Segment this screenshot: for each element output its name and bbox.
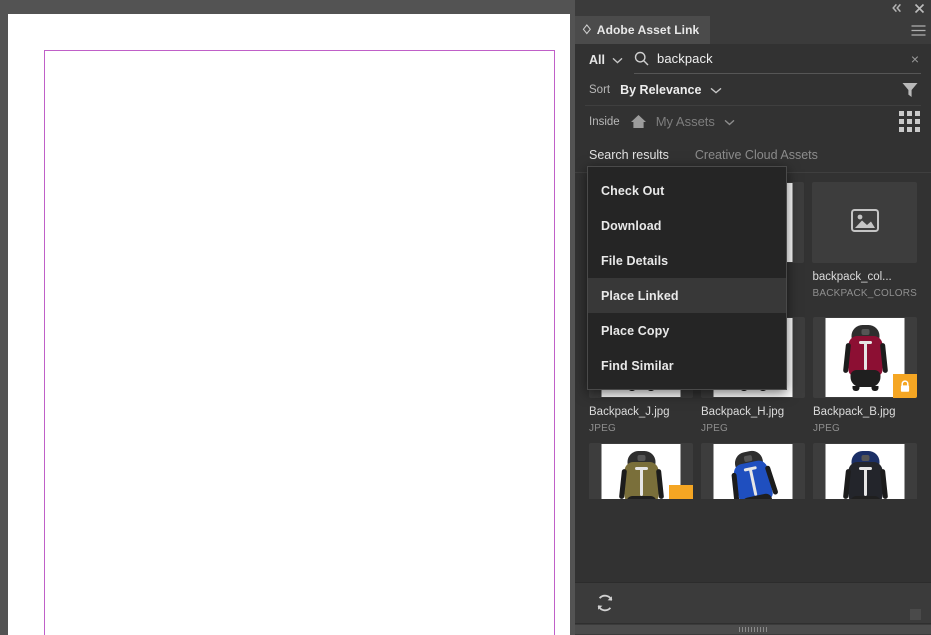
refresh-icon[interactable] (595, 593, 615, 613)
panel-status-bar (575, 582, 931, 623)
menu-item-file-details[interactable]: File Details (588, 243, 786, 278)
asset-thumbnail[interactable] (701, 443, 805, 499)
collapse-panel-icon[interactable] (891, 2, 903, 14)
resize-grip-icon[interactable] (910, 609, 921, 620)
menu-item-find-similar[interactable]: Find Similar (588, 348, 786, 383)
document-page[interactable] (8, 14, 570, 635)
location-dropdown[interactable]: My Assets (656, 113, 735, 131)
backpack-illustration (842, 325, 888, 391)
asset-grid-row-3-partial (575, 443, 931, 499)
horizontal-scrollbar[interactable] (575, 623, 931, 635)
search-field[interactable]: backpack × (633, 46, 921, 74)
backpack-illustration (724, 447, 783, 499)
location-label: Inside (589, 115, 620, 128)
sort-row: Sort By Relevance (575, 75, 931, 105)
document-canvas-area (0, 0, 575, 635)
tab-search-results[interactable]: Search results (589, 148, 669, 162)
sort-value: By Relevance (620, 83, 702, 97)
menu-item-place-linked[interactable]: Place Linked (588, 278, 786, 313)
asset-thumbnail[interactable] (813, 443, 917, 499)
canvas-top-bar (0, 0, 575, 14)
asset-meta: BACKPACK_COLORS (812, 288, 917, 299)
tab-label: Adobe Asset Link (596, 23, 700, 37)
document-margin-guide (44, 50, 555, 635)
lock-icon (669, 485, 693, 499)
tab-strip-filler (710, 16, 905, 44)
location-value: My Assets (655, 114, 715, 129)
close-icon[interactable] (913, 2, 925, 14)
chevron-down-icon (724, 113, 735, 131)
horizontal-scrollbar-thumb[interactable] (575, 625, 931, 634)
thumbnail-image-plate (713, 444, 793, 499)
image-placeholder-icon (850, 208, 879, 237)
tab-creative-cloud-assets[interactable]: Creative Cloud Assets (695, 148, 818, 162)
sort-label: Sort (589, 84, 611, 96)
panel-tab-strip: ◇ Adobe Asset Link (575, 16, 931, 44)
chevron-down-icon (612, 51, 623, 69)
search-scope-dropdown[interactable]: All (589, 51, 623, 69)
filter-funnel-icon[interactable] (901, 81, 921, 99)
tab-drag-handle-icon: ◇ (583, 22, 591, 37)
menu-item-check-out[interactable]: Check Out (588, 173, 786, 208)
menu-item-place-copy[interactable]: Place Copy (588, 313, 786, 348)
backpack-illustration (618, 451, 664, 499)
asset-name: Backpack_H.jpg (701, 406, 785, 418)
location-row: Inside My Assets (575, 106, 931, 137)
search-row: All backpack × (575, 44, 931, 75)
home-icon[interactable] (630, 114, 647, 129)
hamburger-menu-icon[interactable] (905, 16, 931, 44)
asset-card[interactable]: backpack_col... BACKPACK_COLORS (812, 182, 917, 299)
scrollbar-grip-icon (739, 627, 767, 632)
grid-view-icon[interactable] (897, 109, 922, 134)
search-scope-label: All (589, 52, 605, 67)
asset-name: Backpack_B.jpg (813, 406, 896, 418)
backpack-illustration (842, 451, 888, 499)
asset-card[interactable]: Backpack_B.jpg JPEG (813, 317, 917, 434)
asset-thumbnail[interactable] (813, 317, 917, 398)
asset-meta: JPEG (813, 423, 840, 434)
asset-context-menu[interactable]: Check Out Download File Details Place Li… (587, 166, 787, 390)
dock-titlebar (575, 0, 931, 16)
asset-meta: JPEG (589, 423, 616, 434)
asset-name: backpack_col... (812, 271, 892, 283)
asset-thumbnail[interactable] (812, 182, 917, 263)
search-clear-icon[interactable]: × (909, 52, 921, 66)
tab-adobe-asset-link[interactable]: ◇ Adobe Asset Link (575, 16, 711, 44)
application-window: ◇ Adobe Asset Link All backpack × Sort B… (0, 0, 931, 635)
chevron-down-icon (710, 81, 722, 99)
lock-icon (893, 374, 917, 398)
asset-meta: JPEG (701, 423, 728, 434)
search-input[interactable]: backpack (657, 51, 901, 66)
thumbnail-image-plate (825, 444, 905, 499)
asset-thumbnail[interactable] (589, 443, 693, 499)
panel-dock: ◇ Adobe Asset Link All backpack × Sort B… (575, 0, 931, 635)
search-icon (634, 51, 649, 66)
menu-item-download[interactable]: Download (588, 208, 786, 243)
grid-view-dots (899, 111, 920, 132)
sort-dropdown[interactable]: By Relevance (620, 81, 722, 99)
asset-name: Backpack_J.jpg (589, 406, 670, 418)
